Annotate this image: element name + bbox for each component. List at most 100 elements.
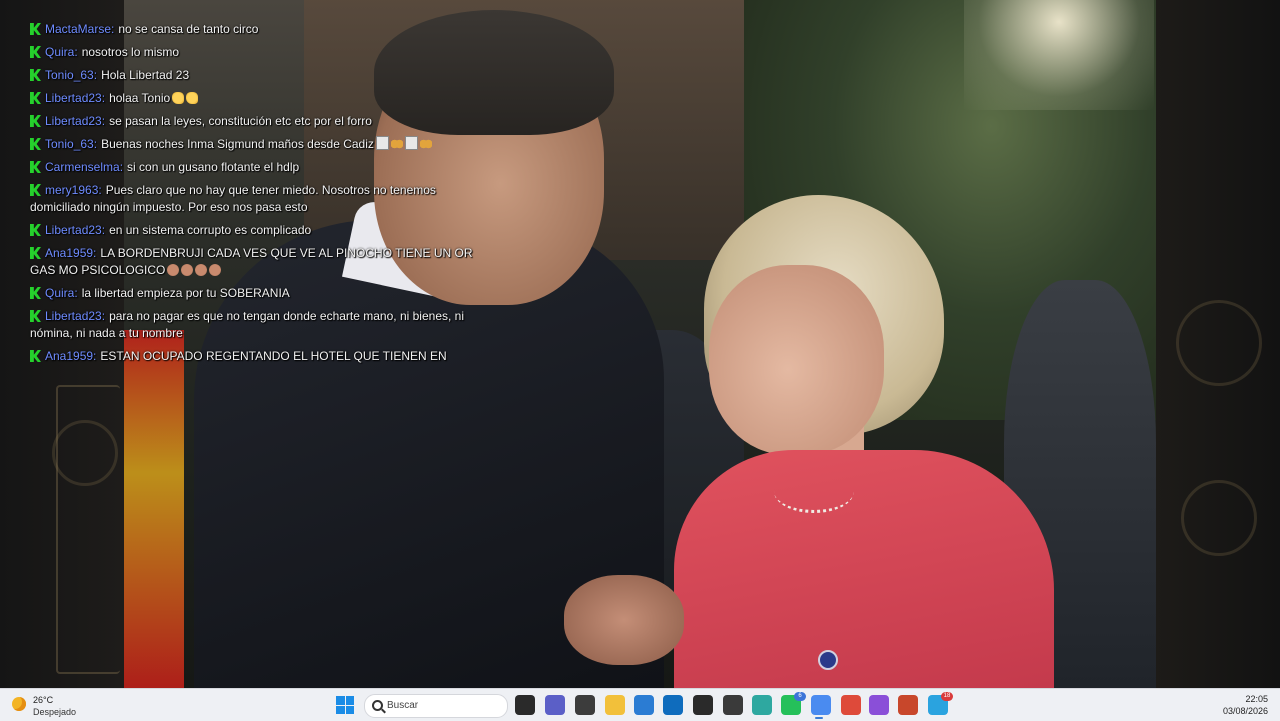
outlook-icon[interactable] xyxy=(663,695,683,715)
decorative-frame-right xyxy=(1156,0,1280,688)
chat-message: Libertad23: holaa Tonio xyxy=(30,90,490,107)
search-placeholder: Buscar xyxy=(387,700,419,711)
app-icon[interactable] xyxy=(693,695,713,715)
chat-overlay: MactaMarse: no se cansa de tanto circo Qui… xyxy=(30,21,490,371)
weather-condition: Despejado xyxy=(33,707,77,717)
task-view-icon[interactable] xyxy=(515,695,535,715)
waving-hand-emoji xyxy=(186,92,199,104)
kick-badge-icon xyxy=(30,287,41,299)
butterfly-emoji xyxy=(419,138,432,150)
chat-text: la libertad empieza por tu SOBERANIA xyxy=(81,286,290,300)
chat-username[interactable]: Ana1959 xyxy=(45,349,93,363)
card-emoji xyxy=(404,136,418,150)
chat-text: ESTAN OCUPADO REGENTANDO EL HOTEL QUE TI… xyxy=(100,349,447,363)
chat-username[interactable]: Libertad23 xyxy=(45,309,102,323)
chat-username[interactable]: Tonio_63 xyxy=(45,137,94,151)
card-emoji xyxy=(375,136,389,150)
chat-username[interactable]: Libertad23 xyxy=(45,91,102,105)
chat-username[interactable]: Libertad23 xyxy=(45,223,102,237)
edge-icon[interactable] xyxy=(752,695,772,715)
chat-text: si con un gusano flotante el hdlp xyxy=(127,160,300,174)
chat-message: Ana1959: LA BORDENBRUJI CADA VES QUE VE A… xyxy=(30,246,473,277)
kick-badge-icon xyxy=(30,310,41,322)
chrome-icon[interactable] xyxy=(811,695,831,715)
chat-text: se pasan la leyes, constitución etc etc … xyxy=(109,114,372,128)
chat-message: Ana1959: ESTAN OCUPADO REGENTANDO EL HOTE… xyxy=(30,348,490,365)
face-emoji xyxy=(167,264,180,276)
chat-username[interactable]: Libertad23 xyxy=(45,114,102,128)
whatsapp-icon[interactable]: 6 xyxy=(781,692,806,715)
necklace xyxy=(774,470,854,513)
chat-text: Buenas noches Inma Sigmund maños desde C… xyxy=(101,137,374,151)
chat-message: MactaMarse: no se cansa de tanto circo xyxy=(30,21,490,38)
chat-message: mery1963: Pues claro que no hay que tener… xyxy=(30,183,436,214)
chat-text: LA BORDENBRUJI CADA VES QUE VE AL PINOCH… xyxy=(30,246,473,277)
chat-message: Libertad23: en un sistema corrupto es com… xyxy=(30,222,490,239)
kick-badge-icon xyxy=(30,350,41,362)
chat-message: Quira: nosotros lo mismo xyxy=(30,44,490,61)
kick-badge-icon xyxy=(30,224,41,236)
telegram-icon[interactable]: 18 xyxy=(928,692,953,715)
woman-face xyxy=(709,265,884,455)
chat-message: Quira: la libertad empieza por tu SOBERAN… xyxy=(30,285,490,302)
circle-app-icon[interactable] xyxy=(869,695,889,715)
windows-icon[interactable] xyxy=(336,696,354,714)
kick-badge-icon xyxy=(30,69,41,81)
chat-text: no se cansa de tanto circo xyxy=(118,22,259,36)
powerpoint-icon[interactable] xyxy=(898,695,918,715)
moon-icon xyxy=(12,697,26,711)
kick-badge-icon xyxy=(30,46,41,58)
chat-username[interactable]: Ana1959 xyxy=(45,246,93,260)
kick-badge-icon xyxy=(30,115,41,127)
weather-temp: 26°C xyxy=(33,695,54,705)
chat-text: Hola Libertad 23 xyxy=(101,68,190,82)
lapel-pin xyxy=(818,650,838,670)
face-emoji xyxy=(209,264,222,276)
active-app-indicator xyxy=(815,717,823,719)
chat-username[interactable]: Carmenselma xyxy=(45,160,120,174)
taskbar: 26°C Despejado Buscar 6 18 22:05 03/08/20… xyxy=(0,688,1280,721)
search-input[interactable]: Buscar xyxy=(364,694,508,718)
waving-hand-emoji xyxy=(172,92,185,104)
handshake xyxy=(564,575,684,665)
chat-message: Carmenselma: si con un gusano flotante el… xyxy=(30,159,490,176)
chat-username[interactable]: mery1963 xyxy=(45,183,98,197)
photos-icon[interactable] xyxy=(575,695,595,715)
chat-username[interactable]: Quira xyxy=(45,45,74,59)
search-icon xyxy=(372,700,383,711)
chrome-icon[interactable] xyxy=(841,695,861,715)
teams-icon[interactable] xyxy=(545,695,565,715)
flag xyxy=(124,330,184,688)
cube-icon[interactable] xyxy=(723,695,743,715)
kick-badge-icon xyxy=(30,184,41,196)
woman-jacket xyxy=(674,450,1054,688)
swirl-ornament xyxy=(1181,480,1257,556)
chat-username[interactable]: Quira xyxy=(45,286,74,300)
kick-badge-icon xyxy=(30,138,41,150)
face-emoji xyxy=(181,264,194,276)
chat-username[interactable]: MactaMarse xyxy=(45,22,111,36)
kick-badge-icon xyxy=(30,23,41,35)
chat-text: en un sistema corrupto es complicado xyxy=(109,223,312,237)
chat-message: Libertad23: se pasan la leyes, constituci… xyxy=(30,113,490,130)
chat-message: Tonio_63: Hola Libertad 23 xyxy=(30,67,490,84)
kick-badge-icon xyxy=(30,92,41,104)
chat-message: Tonio_63: Buenas noches Inma Sigmund maño… xyxy=(30,136,490,153)
store-icon[interactable] xyxy=(634,695,654,715)
notification-badge: 18 xyxy=(941,692,953,701)
chat-text: holaa Tonio xyxy=(109,91,171,105)
stream-view: MactaMarse: no se cansa de tanto circo Qui… xyxy=(0,0,1280,688)
kick-badge-icon xyxy=(30,161,41,173)
chat-text: nosotros lo mismo xyxy=(81,45,180,59)
face-emoji xyxy=(195,264,208,276)
clock-date[interactable]: 03/08/2026 xyxy=(1223,706,1268,716)
clock-time[interactable]: 22:05 xyxy=(1245,694,1268,704)
chat-message: Libertad23: para no pagar es que no tenga… xyxy=(30,309,464,340)
folder-icon[interactable] xyxy=(605,695,625,715)
swirl-ornament xyxy=(1176,300,1262,386)
chat-username[interactable]: Tonio_63 xyxy=(45,68,94,82)
butterfly-emoji xyxy=(390,138,403,150)
swirl-ornament xyxy=(52,420,118,486)
background-light xyxy=(964,0,1154,110)
kick-badge-icon xyxy=(30,247,41,259)
